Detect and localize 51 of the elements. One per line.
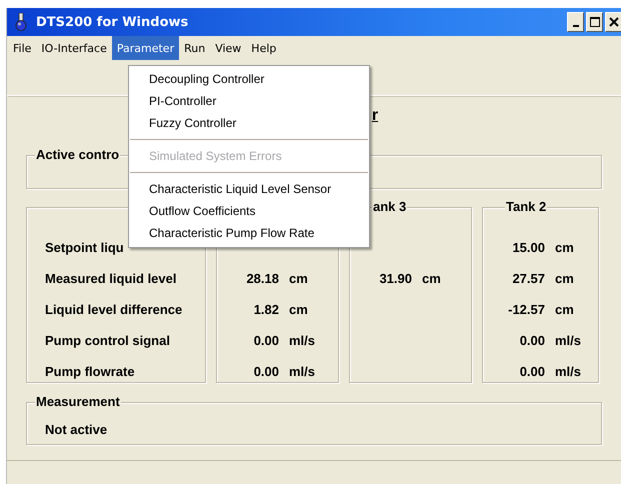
unit-text: ml/s xyxy=(555,364,582,379)
menu-option[interactable]: PI-Controller xyxy=(129,90,369,112)
menu-option[interactable]: Fuzzy Controller xyxy=(129,112,369,134)
row-label: Setpoint liqu xyxy=(45,240,124,255)
menu-item[interactable]: Parameter xyxy=(112,36,180,60)
unit-text: cm xyxy=(555,302,574,317)
unit-text: cm xyxy=(289,302,308,317)
row-label: Liquid level difference xyxy=(45,302,182,317)
group-title: Active contro xyxy=(35,147,120,162)
value-text: 31.90 xyxy=(378,271,412,286)
menu-item[interactable]: File xyxy=(8,36,36,60)
group-title: ank 3 xyxy=(372,199,408,214)
value-text: 15.00 xyxy=(511,240,545,255)
value-text: -12.57 xyxy=(507,302,545,317)
unit-text: ml/s xyxy=(555,333,582,348)
close-icon xyxy=(608,17,618,27)
group-title: Measurement xyxy=(35,394,121,409)
row-label: Measured liquid level xyxy=(45,271,176,286)
value-text: 0.00 xyxy=(252,333,279,348)
unit-text: ml/s xyxy=(289,364,316,379)
unit-text: cm xyxy=(555,240,574,255)
close-button[interactable] xyxy=(605,12,621,32)
measurement-status: Not active xyxy=(45,422,108,437)
menu-item[interactable]: View xyxy=(210,36,246,60)
menu-item[interactable]: IO-Interface xyxy=(36,36,112,60)
unit-text: ml/s xyxy=(289,333,316,348)
maximize-button[interactable] xyxy=(586,12,603,32)
value-text: 1.82 xyxy=(252,302,279,317)
unit-text: cm xyxy=(289,271,308,286)
menu-item[interactable]: Run xyxy=(179,36,210,60)
row-label: Pump flowrate xyxy=(45,364,135,379)
flask-icon xyxy=(14,13,28,31)
group-title: Tank 2 xyxy=(505,199,548,214)
menu-option[interactable]: Characteristic Liquid Level Sensor xyxy=(129,178,369,200)
menu-option[interactable]: Outflow Coefficients xyxy=(129,200,369,222)
panel-heading: r xyxy=(372,107,378,126)
value-text: 28.18 xyxy=(245,271,279,286)
minimize-button[interactable] xyxy=(567,12,584,32)
window-title: DTS200 for Windows xyxy=(36,14,188,30)
value-text: 27.57 xyxy=(511,271,545,286)
menu-option[interactable]: Decoupling Controller xyxy=(129,68,369,90)
minimize-icon xyxy=(572,25,578,27)
menu-option[interactable]: Characteristic Pump Flow Rate xyxy=(129,222,369,244)
unit-text: cm xyxy=(555,271,574,286)
value-text: 0.00 xyxy=(252,364,279,379)
row-label: Pump control signal xyxy=(45,333,170,348)
value-text: 0.00 xyxy=(518,333,545,348)
menu-item[interactable]: Help xyxy=(246,36,282,60)
value-text: 0.00 xyxy=(518,364,545,379)
maximize-icon xyxy=(590,17,600,27)
unit-text: cm xyxy=(422,271,441,286)
